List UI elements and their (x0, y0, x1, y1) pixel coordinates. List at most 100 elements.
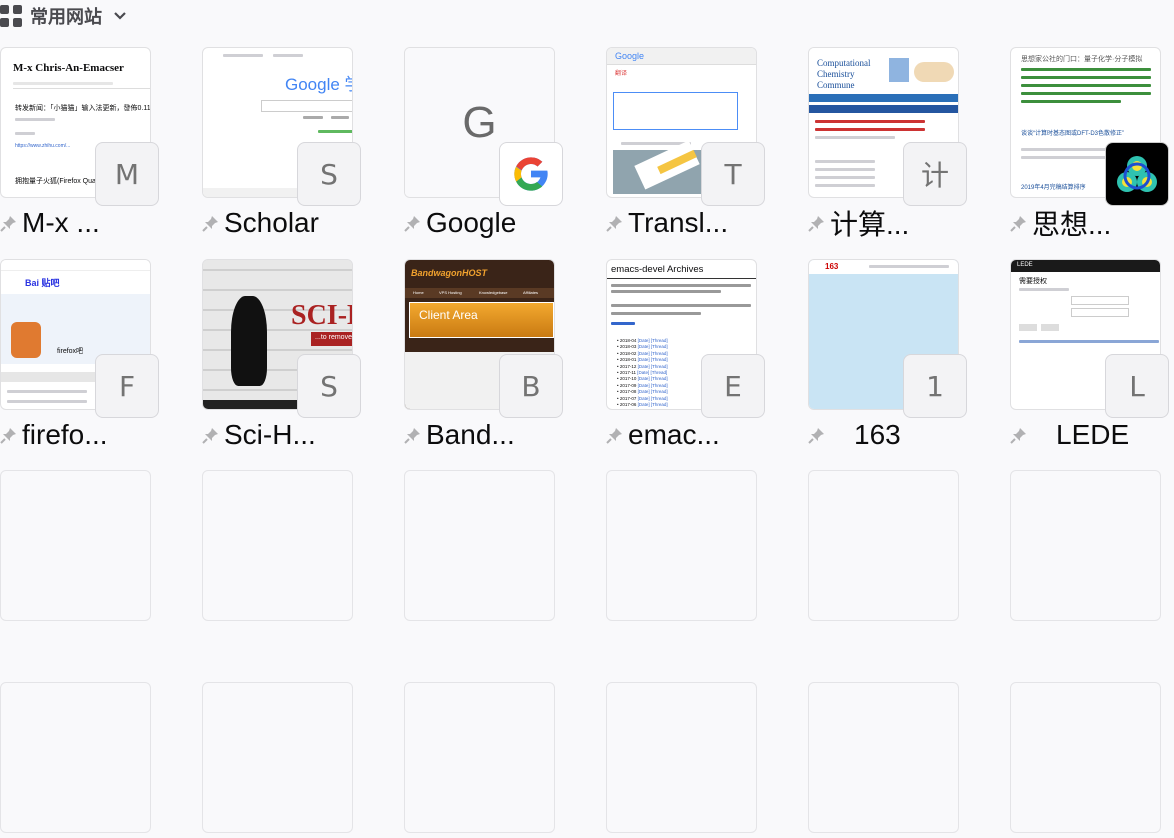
nav-kb: Knowledgebase (479, 290, 508, 295)
empty-tile-slot[interactable] (606, 470, 757, 621)
preview-title: M-x Chris-An-Emacser (13, 62, 124, 74)
google-scholar-logo: Google 学术 (285, 75, 352, 94)
archive-month: 2018-02 (619, 350, 637, 356)
tile-label-row[interactable]: Google (404, 205, 574, 241)
baidu-logo: Bai 贴吧 (25, 278, 60, 288)
ccc-logo: Computational Chemistry Commune (817, 58, 871, 90)
scihub-sub-text: ...to remove all (315, 334, 352, 341)
pin-icon[interactable] (404, 214, 422, 232)
preview-title: emacs-devel Archives (611, 264, 704, 275)
pin-icon[interactable] (1010, 426, 1028, 444)
archive-month: 2017-12 (619, 363, 637, 369)
nav-home: Home (413, 290, 424, 295)
tile-label: 思想... (1032, 209, 1112, 240)
preview-link: https://www.zhihu.com/... (15, 143, 71, 149)
tile-label: LEDE (1056, 419, 1130, 450)
grid-icon (0, 5, 22, 27)
pin-icon[interactable] (606, 214, 624, 232)
tile-label: 计算... (830, 209, 910, 240)
preview-date: 2019年4月完稿结算排序 (1021, 185, 1086, 191)
tile-label-row[interactable]: firefo... (0, 417, 170, 453)
site-icon-badge: 计 (903, 142, 967, 206)
lede-title: LEDE (1017, 262, 1033, 268)
empty-tile-slot[interactable] (404, 470, 555, 621)
archive-month: 2018-01 (619, 357, 637, 363)
empty-tile-slot[interactable] (0, 682, 151, 833)
pin-icon[interactable] (808, 426, 826, 444)
empty-tile-slot[interactable] (1010, 682, 1161, 833)
site-icon-badge: M (95, 142, 159, 206)
tile-label: 163 (854, 419, 901, 450)
preview-text: 拥抱量子火狐(Firefox Quan (15, 178, 100, 185)
client-area-title: Client Area (419, 308, 478, 322)
tile-label-row[interactable]: Transl... (606, 205, 776, 241)
pin-icon[interactable] (202, 214, 220, 232)
tile-label: Sci-H... (224, 419, 316, 450)
site-icon-badge: 1 (903, 354, 967, 418)
nav-vps: VPS Hosting (439, 290, 462, 295)
google-logo: Google (615, 51, 645, 61)
archive-month: 2017-09 (619, 382, 637, 388)
forum-name: firefox吧 (57, 348, 84, 355)
logo-163: 163 (825, 262, 839, 271)
archive-month: 2017-10 (619, 376, 637, 382)
translate-label: 翻译 (615, 71, 628, 77)
section-header[interactable]: 常用网站 (0, 0, 126, 32)
chevron-down-icon[interactable] (114, 8, 126, 24)
tile-label: firefo... (22, 419, 108, 450)
site-icon-badge: L (1105, 354, 1169, 418)
tile-label-row[interactable]: Scholar (202, 205, 372, 241)
section-title: 常用网站 (30, 7, 102, 28)
archive-month: 2018-04 (619, 338, 637, 343)
archive-month: 2017-11 (619, 370, 637, 375)
preview-text: 转发新闻：「小猫猫」输入法更新，發佈0.11版 (15, 105, 151, 112)
site-icon-badge: F (95, 354, 159, 418)
pin-icon[interactable] (0, 426, 18, 444)
preview-title: 思想家公社的门口：量子化学·分子模拟 (1021, 56, 1143, 63)
tile-label-row[interactable]: 163 (808, 417, 978, 453)
empty-tile-slot[interactable] (0, 470, 151, 621)
preview-post: 谈谈“计算时基态图或DFT-D3色散修正” (1021, 131, 1124, 137)
tile-label-row[interactable]: 计算... (808, 205, 978, 241)
tile-label: Google (426, 207, 517, 238)
tile-label: Transl... (628, 207, 729, 238)
auth-heading: 需要授权 (1019, 278, 1047, 285)
tile-label: emac... (628, 419, 720, 450)
site-icon-badge: B (499, 354, 563, 418)
site-icon-badge: T (701, 142, 765, 206)
bandwagon-logo: BandwagonHOST (411, 268, 487, 278)
tile-label-row[interactable]: Band... (404, 417, 574, 453)
tile-label-row[interactable]: emac... (606, 417, 776, 453)
archive-month: 2017-06 (619, 402, 637, 407)
site-icon-badge: S (297, 354, 361, 418)
archive-month: 2017-08 (619, 389, 637, 395)
tile-label: Band... (426, 419, 515, 450)
pin-icon[interactable] (404, 426, 422, 444)
scihub-banner-text: SCI-H (291, 300, 352, 331)
google-fallback-letter: G (462, 98, 497, 147)
nav-aff: Affiliates (523, 290, 539, 295)
site-favicon-image (1105, 142, 1169, 206)
pin-icon[interactable] (1010, 214, 1028, 232)
site-icon-badge: S (297, 142, 361, 206)
tile-label-row[interactable]: M-x ... (0, 205, 170, 241)
tile-label-row[interactable]: LEDE (1010, 417, 1174, 453)
empty-tile-slot[interactable] (202, 682, 353, 833)
pin-icon[interactable] (202, 426, 220, 444)
google-icon (499, 142, 563, 206)
empty-tile-slot[interactable] (808, 470, 959, 621)
pin-icon[interactable] (0, 214, 18, 232)
empty-tile-slot[interactable] (808, 682, 959, 833)
empty-tile-slot[interactable] (606, 682, 757, 833)
empty-tile-slot[interactable] (404, 682, 555, 833)
empty-tile-slot[interactable] (202, 470, 353, 621)
tile-label-row[interactable]: Sci-H... (202, 417, 372, 453)
empty-tile-slot[interactable] (1010, 470, 1161, 621)
tile-label-row[interactable]: 思想... (1010, 205, 1174, 241)
tile-label: Scholar (224, 207, 319, 238)
tile-label: M-x ... (22, 207, 100, 238)
site-icon-badge: E (701, 354, 765, 418)
pin-icon[interactable] (606, 426, 624, 444)
archive-month: 2018-03 (619, 344, 637, 350)
pin-icon[interactable] (808, 214, 826, 232)
